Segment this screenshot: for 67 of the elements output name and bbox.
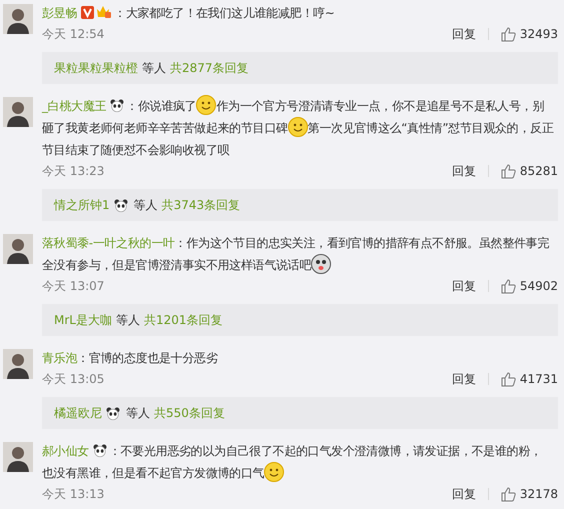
- comment-text: ：大家都吃了！在我们这儿谁能减肥！哼~: [114, 6, 334, 20]
- dog-face-icon: [311, 254, 332, 274]
- crown-badge-icon: [96, 5, 112, 19]
- comment-text: 也没有黑谁，但是看不起官方发微博的口气: [42, 466, 264, 480]
- comment-text: ：官博的态度也是十分恶劣: [77, 351, 218, 365]
- reply-author[interactable]: 果粒果粒果粒橙: [54, 60, 138, 76]
- avatar[interactable]: [3, 234, 33, 264]
- reply-link[interactable]: 回复: [452, 278, 476, 294]
- reply-count-link[interactable]: 共550条回复: [154, 404, 225, 422]
- comment-text: 全没有参与，但是官博澄清事实不用这样语气说话吧: [42, 258, 312, 272]
- author-name[interactable]: 郝小仙女: [42, 444, 89, 458]
- timestamp: 今天 13:13: [42, 486, 106, 502]
- panda-icon: [114, 198, 128, 212]
- panda-icon: [92, 444, 107, 457]
- reply-count-link[interactable]: 共1201条回复: [144, 312, 223, 328]
- thumbs-up-icon[interactable]: [500, 486, 516, 502]
- comment-text: 节目结束了随便怼不会影响收视了呗: [42, 143, 230, 157]
- author-name[interactable]: _白桃大魔王: [42, 99, 106, 113]
- like-count: 32493: [520, 27, 558, 41]
- replies-panel[interactable]: MrL是大咖 等人 共1201条回复: [42, 304, 558, 336]
- reply-author[interactable]: 橘遥欧尼: [54, 404, 102, 422]
- verified-badge-icon: [81, 6, 94, 19]
- reply-others-text: 等人: [134, 196, 158, 214]
- smiley-icon: [196, 95, 216, 115]
- replies-panel[interactable]: 果粒果粒果粒橙 等人 共2877条回复: [42, 52, 558, 84]
- timestamp: 今天 13:07: [42, 278, 106, 294]
- avatar[interactable]: [3, 97, 33, 127]
- thumbs-up-icon[interactable]: [500, 164, 516, 178]
- comment-text: 砸了我黄老师何老师辛辛苦苦做起来的节目口碑: [42, 121, 288, 135]
- avatar[interactable]: [3, 4, 33, 34]
- reply-link[interactable]: 回复: [452, 370, 476, 388]
- panda-icon: [106, 406, 120, 420]
- thumbs-up-icon[interactable]: [500, 26, 516, 42]
- reply-author[interactable]: MrL是大咖: [54, 312, 112, 328]
- reply-link[interactable]: 回复: [452, 486, 476, 502]
- avatar[interactable]: [3, 442, 33, 472]
- thumbs-up-icon[interactable]: [500, 372, 516, 386]
- reply-link[interactable]: 回复: [452, 26, 476, 42]
- timestamp: 今天 13:23: [42, 162, 106, 180]
- panda-icon: [110, 99, 124, 112]
- author-name[interactable]: 彭昱畅: [42, 6, 78, 20]
- comment-text: ：不要光用恶劣的以为自己很了不起的口气发个澄清微博，请发证据，不是谁的粉，: [108, 444, 542, 458]
- author-name[interactable]: 落秋蜀黍-一叶之秋的一叶: [42, 236, 175, 250]
- timestamp: 今天 13:05: [42, 370, 106, 388]
- like-count: 32178: [520, 487, 558, 501]
- timestamp: 今天 12:54: [42, 26, 106, 42]
- author-name[interactable]: 青乐泡: [42, 351, 78, 365]
- comment-text: 第一次见官博这么“真性情”怼节目观众的，反正: [308, 121, 554, 135]
- reply-others-text: 等人: [126, 404, 150, 422]
- reply-count-link[interactable]: 共2877条回复: [170, 60, 249, 76]
- reply-link[interactable]: 回复: [452, 162, 476, 180]
- thumbs-up-icon[interactable]: [500, 278, 516, 294]
- comment-text: 作为一个官方号澄清请专业一点，你不是追星号不是私人号，别: [216, 99, 544, 113]
- smiley-icon: [264, 462, 284, 482]
- like-count: 54902: [520, 279, 558, 293]
- like-count: 85281: [520, 164, 558, 178]
- reply-count-link[interactable]: 共3743条回复: [162, 196, 240, 214]
- avatar[interactable]: [3, 349, 33, 379]
- comment-text: ：你说谁疯了: [126, 99, 196, 113]
- replies-panel[interactable]: 情之所钟1 等人 共3743条回复: [42, 189, 558, 221]
- reply-author[interactable]: 情之所钟1: [54, 196, 110, 214]
- comment-text: ：作为这个节目的忠实关注，看到官博的措辞有点不舒服。虽然整件事完: [174, 236, 550, 250]
- reply-others-text: 等人: [116, 312, 140, 328]
- like-count: 41731: [520, 372, 558, 386]
- replies-panel[interactable]: 橘遥欧尼 等人 共550条回复: [42, 397, 558, 429]
- smiley-icon: [288, 117, 308, 137]
- reply-others-text: 等人: [142, 60, 166, 76]
